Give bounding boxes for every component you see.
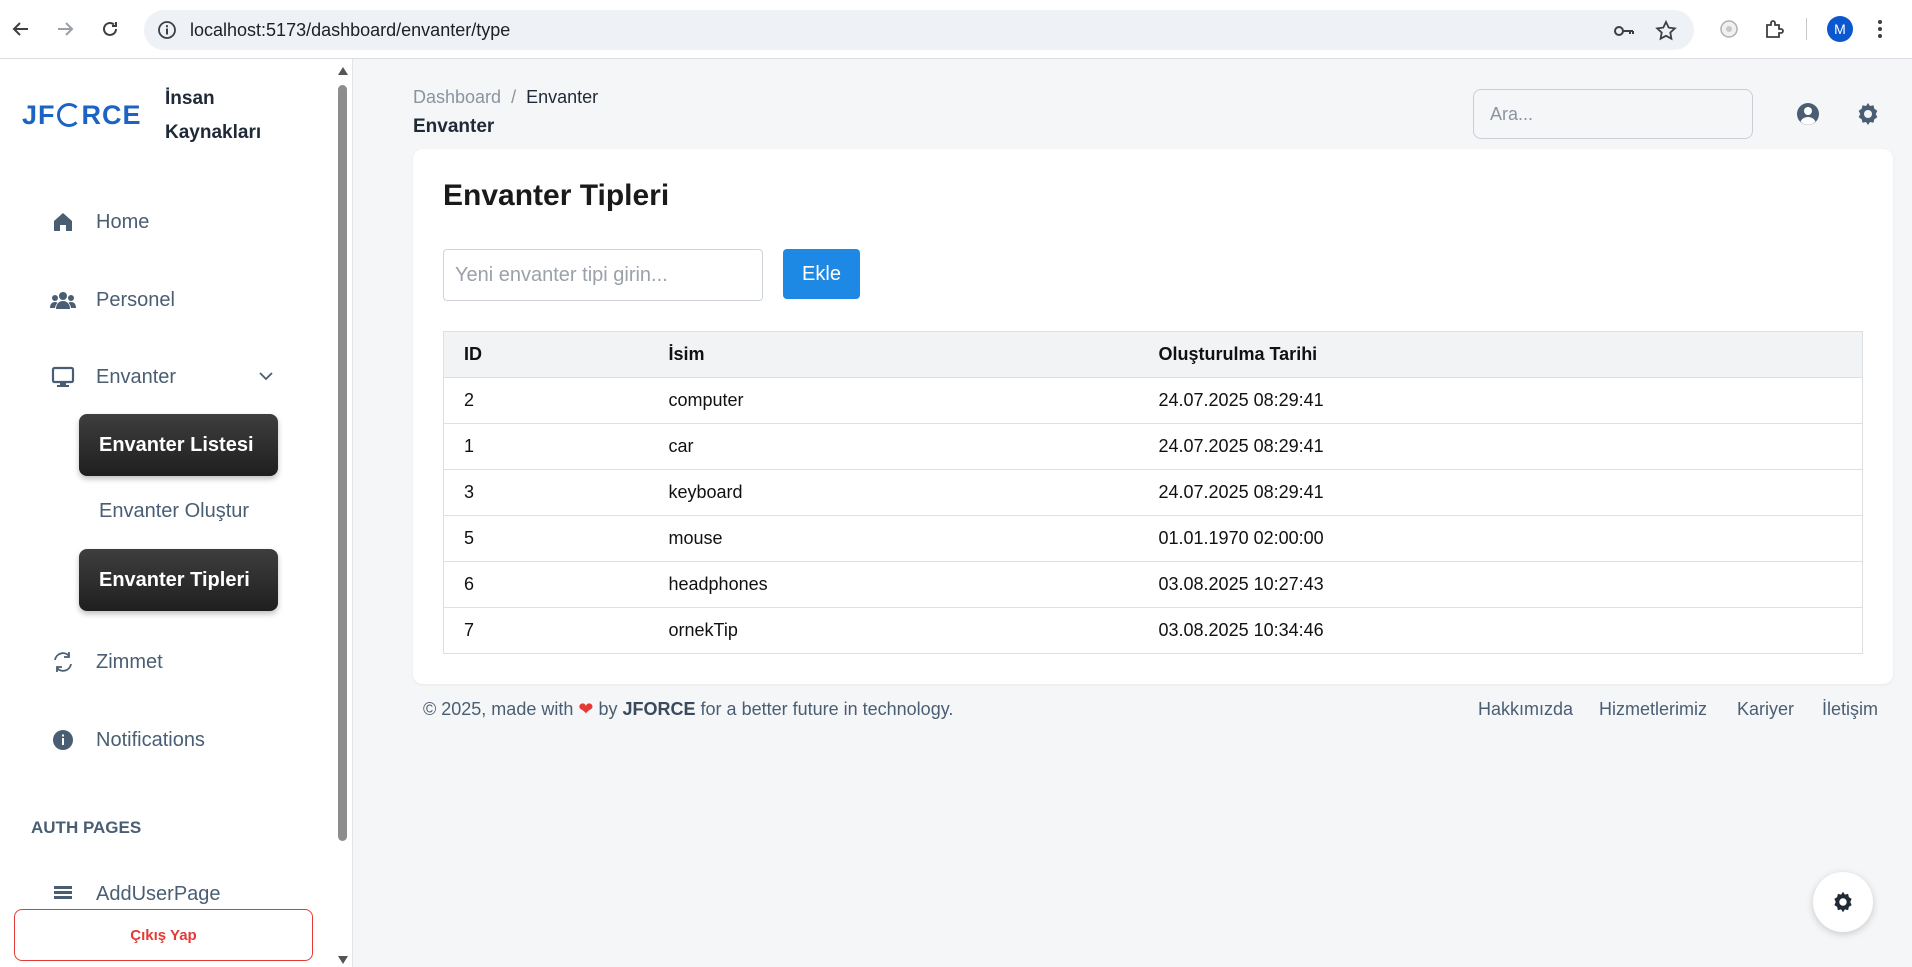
sidebar-subitem-label: Envanter Listesi [99, 433, 254, 456]
settings-gear-icon[interactable] [1854, 100, 1882, 128]
reload-icon[interactable] [95, 14, 125, 44]
cell-name: keyboard [648, 469, 1139, 516]
sidebar-item-label: Envanter [96, 365, 177, 388]
monitor-icon [50, 364, 76, 390]
sidebar-item-label: Zimmet [96, 650, 163, 673]
new-type-input[interactable] [443, 249, 763, 301]
cell-name: mouse [648, 515, 1139, 562]
url-text[interactable]: localhost:5173/dashboard/envanter/type [190, 20, 510, 41]
footer-link-iletisim[interactable]: İletişim [1822, 699, 1878, 720]
cell-created: 03.08.2025 10:27:43 [1138, 561, 1863, 608]
sidebar-item-zimmet[interactable]: Zimmet [50, 642, 163, 682]
profile-avatar[interactable]: M [1827, 16, 1853, 42]
extensions-puzzle-icon[interactable] [1759, 14, 1789, 44]
sidebar-subitem-envanter-listesi[interactable]: Envanter Listesi [79, 414, 278, 476]
forward-arrow-icon[interactable] [50, 14, 80, 44]
stack-icon [50, 881, 76, 907]
password-key-icon[interactable] [1612, 19, 1636, 43]
cell-id: 7 [443, 607, 649, 654]
sidebar-item-adduserpage[interactable]: AddUserPage [50, 874, 221, 914]
scroll-down-icon[interactable] [337, 955, 349, 965]
footer-link-kariyer[interactable]: Kariyer [1737, 699, 1794, 720]
user-circle-icon[interactable] [1794, 100, 1822, 128]
breadcrumb-separator: / [511, 87, 517, 107]
toolbar-divider [1806, 18, 1807, 40]
sidebar-scroll-thumb[interactable] [338, 85, 347, 841]
extension-icon[interactable] [1714, 14, 1744, 44]
column-header-created: Oluşturulma Tarihi [1138, 331, 1863, 378]
table-row: 1 car 24.07.2025 08:29:41 [443, 423, 1863, 470]
sidebar-item-label: AddUserPage [96, 882, 221, 905]
breadcrumb: Dashboard / Envanter [413, 87, 598, 108]
sidebar-subitem-label: Envanter Tipleri [99, 568, 250, 591]
browser-toolbar: localhost:5173/dashboard/envanter/type M [0, 0, 1912, 59]
footer-copyright: © 2025, made with ❤ by JFORCE for a bett… [423, 699, 953, 720]
cell-created: 24.07.2025 08:29:41 [1138, 469, 1863, 516]
footer-by: by [598, 699, 618, 719]
sidebar-item-personel[interactable]: Personel [50, 280, 175, 320]
table-row: 2 computer 24.07.2025 08:29:41 [443, 377, 1863, 424]
cell-id: 1 [443, 423, 649, 470]
breadcrumb-current: Envanter [526, 87, 599, 107]
sidebar-divider [352, 59, 353, 967]
scroll-up-icon[interactable] [337, 66, 349, 76]
cell-created: 24.07.2025 08:29:41 [1138, 377, 1863, 424]
inventory-types-card: Envanter Tipleri Ekle ID İsim Oluşturulm… [413, 149, 1893, 684]
sidebar-item-envanter[interactable]: Envanter [50, 357, 176, 397]
breadcrumb-dashboard-link[interactable]: Dashboard [413, 87, 501, 107]
cell-created: 03.08.2025 10:34:46 [1138, 607, 1863, 654]
cell-name: headphones [648, 561, 1139, 608]
site-info-icon[interactable] [156, 19, 178, 41]
home-icon [50, 209, 76, 235]
chevron-down-icon[interactable] [256, 366, 276, 386]
bookmark-star-icon[interactable] [1654, 19, 1678, 43]
logout-button[interactable]: Çıkış Yap [14, 909, 313, 961]
cell-id: 6 [443, 561, 649, 608]
refresh-icon [50, 649, 76, 675]
table-row: 7 ornekTip 03.08.2025 10:34:46 [443, 607, 1863, 654]
auth-pages-heading: AUTH PAGES [31, 818, 142, 837]
cell-id: 3 [443, 469, 649, 516]
sidebar-subitem-envanter-tipleri[interactable]: Envanter Tipleri [79, 549, 278, 611]
users-icon [50, 287, 76, 313]
cell-id: 2 [443, 377, 649, 424]
cell-name: computer [648, 377, 1139, 424]
add-button[interactable]: Ekle [783, 249, 860, 299]
table-row: 5 mouse 01.01.1970 02:00:00 [443, 515, 1863, 562]
card-title: Envanter Tipleri [443, 179, 670, 212]
sidebar-item-label: Notifications [96, 728, 205, 751]
browser-menu-icon[interactable] [1870, 14, 1890, 44]
sidebar-item-home[interactable]: Home [50, 202, 149, 242]
inventory-types-table: ID İsim Oluşturulma Tarihi 2 computer 24… [443, 331, 1863, 654]
footer-brand-link[interactable]: JFORCE [623, 699, 696, 719]
brand-title: İnsan Kaynakları [165, 88, 262, 143]
table-row: 3 keyboard 24.07.2025 08:29:41 [443, 469, 1863, 516]
sidebar-subitem-envanter-olustur[interactable]: Envanter Oluştur [99, 500, 249, 523]
footer-copyright-prefix: © 2025, made with [423, 699, 574, 719]
cell-created: 01.01.1970 02:00:00 [1138, 515, 1863, 562]
sidebar-item-notifications[interactable]: Notifications [50, 720, 205, 760]
info-icon [50, 727, 76, 753]
footer-suffix: for a better future in technology. [700, 699, 954, 719]
table-row: 6 headphones 03.08.2025 10:27:43 [443, 561, 1863, 608]
jforce-logo[interactable]: JF RCE [22, 100, 142, 131]
page-title: Envanter [413, 116, 495, 137]
footer-link-hakkimizda[interactable]: Hakkımızda [1478, 699, 1573, 720]
search-input[interactable] [1473, 89, 1753, 139]
heart-icon: ❤ [578, 699, 594, 719]
column-header-id: ID [443, 331, 649, 378]
cell-name: car [648, 423, 1139, 470]
table-header-row: ID İsim Oluşturulma Tarihi [443, 331, 1863, 378]
footer-link-hizmetlerimiz[interactable]: Hizmetlerimiz [1599, 699, 1707, 720]
address-bar[interactable]: localhost:5173/dashboard/envanter/type [144, 10, 1694, 50]
cell-id: 5 [443, 515, 649, 562]
back-arrow-icon[interactable] [6, 14, 36, 44]
settings-gear-icon [1834, 891, 1852, 913]
column-header-name: İsim [648, 331, 1139, 378]
configurator-fab-button[interactable] [1813, 872, 1873, 932]
sidebar-item-label: Home [96, 210, 150, 233]
sidebar-item-label: Personel [96, 288, 175, 311]
cell-name: ornekTip [648, 607, 1139, 654]
cell-created: 24.07.2025 08:29:41 [1138, 423, 1863, 470]
